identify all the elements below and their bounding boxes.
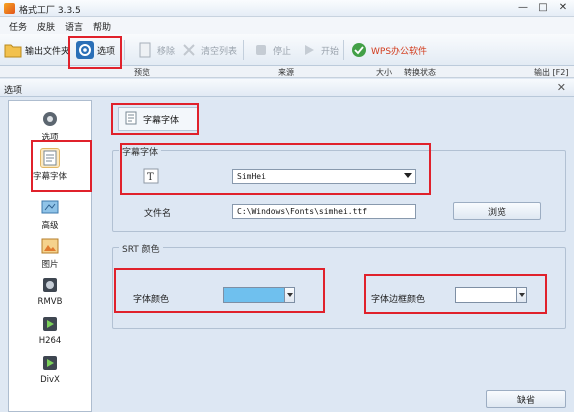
- font-file-path-input[interactable]: C:\Windows\Fonts\simhei.ttf: [232, 204, 416, 219]
- font-color-label: 字体颜色: [133, 295, 170, 305]
- app-titlebar: 格式工厂 3.3.5 — □ ✕: [0, 0, 574, 17]
- font-group-label: 字幕字体: [119, 145, 162, 158]
- subtitle-font-icon: [125, 111, 137, 128]
- chevron-down-icon[interactable]: [517, 287, 527, 303]
- menu-language[interactable]: 语言: [60, 17, 88, 34]
- column-size[interactable]: 大小: [376, 67, 392, 78]
- options-dialog-titlebar: 选项 ✕: [0, 79, 574, 97]
- folder-icon: [4, 41, 22, 59]
- options-gear-icon: [76, 41, 94, 59]
- toolbar-separator: [124, 40, 125, 60]
- font-color-swatch: [223, 287, 285, 303]
- wps-logo-icon: [350, 41, 368, 59]
- sidebar-item-divx[interactable]: DivX: [9, 353, 91, 385]
- sidebar-item-label: 图片: [41, 260, 59, 270]
- border-color-swatch: [455, 287, 517, 303]
- menu-skin[interactable]: 皮肤: [32, 17, 60, 34]
- sidebar-item-h264[interactable]: H264: [9, 314, 91, 346]
- minimize-icon[interactable]: —: [514, 1, 532, 15]
- h264-film-icon: [40, 314, 60, 334]
- font-select[interactable]: SimHei: [232, 169, 416, 184]
- maximize-icon[interactable]: □: [534, 1, 552, 15]
- sidebar-item-subtitle-font[interactable]: 字幕字体: [9, 148, 91, 182]
- sidebar-item-label: 高级: [41, 221, 59, 231]
- border-color-label: 字体边框颜色: [371, 295, 426, 305]
- start-button[interactable]: 开始: [300, 38, 339, 62]
- font-select-value: SimHei: [237, 172, 266, 181]
- clear-list-label: 清空列表: [201, 46, 238, 57]
- svg-text:T: T: [147, 172, 154, 183]
- srt-color-group-label: SRT 颜色: [119, 242, 163, 255]
- menu-bar: 任务 皮肤 语言 帮助: [0, 17, 574, 34]
- sidebar-item-advanced[interactable]: 高级: [9, 197, 91, 231]
- file-list-header: 预览 来源 大小 转换状态 输出 [F2]: [0, 66, 574, 78]
- column-source[interactable]: 来源: [278, 67, 294, 78]
- divx-film-icon: [40, 353, 60, 373]
- remove-icon: [136, 41, 154, 59]
- menu-help[interactable]: 帮助: [88, 17, 116, 34]
- menu-task[interactable]: 任务: [4, 17, 32, 34]
- format-factory-logo-icon: [4, 3, 15, 14]
- close-icon[interactable]: ✕: [554, 1, 572, 15]
- sidebar-item-label: 选项: [41, 133, 59, 143]
- options-label: 选项: [97, 46, 116, 57]
- remove-button[interactable]: 移除: [136, 38, 175, 62]
- wps-office-label: WPS办公软件: [371, 46, 428, 57]
- toolbar: 输出文件夹 选项 移除 清空列表 停止 开始 WPS办公软件: [0, 34, 574, 66]
- toolbar-separator: [243, 40, 244, 60]
- sidebar-item-label: DivX: [40, 375, 60, 385]
- sidebar-item-label: 字幕字体: [32, 172, 67, 182]
- app-title: 格式工厂 3.3.5: [19, 6, 81, 16]
- start-icon: [300, 41, 318, 59]
- wps-office-button[interactable]: WPS办公软件: [350, 38, 427, 62]
- options-sidebar: 选项 字幕字体 高级 图片 RMVB H264 DivX: [8, 100, 92, 412]
- column-preview[interactable]: 预览: [134, 67, 150, 78]
- start-label: 开始: [321, 46, 340, 57]
- tab-subtitle-font[interactable]: 字幕字体: [118, 107, 198, 131]
- output-folder-button[interactable]: 输出文件夹: [4, 38, 70, 62]
- font-type-icon: T: [143, 168, 159, 187]
- browse-button[interactable]: 浏览: [453, 202, 541, 220]
- font-color-picker[interactable]: [223, 287, 295, 303]
- file-name-label: 文件名: [144, 209, 172, 219]
- border-color-picker[interactable]: [455, 287, 527, 303]
- default-button[interactable]: 缺省: [486, 390, 566, 408]
- stop-button[interactable]: 停止: [252, 38, 291, 62]
- chevron-down-icon[interactable]: [285, 287, 295, 303]
- dialog-close-icon[interactable]: ✕: [557, 81, 566, 94]
- column-status[interactable]: 转换状态: [404, 67, 436, 78]
- sidebar-item-options[interactable]: 选项: [9, 109, 91, 143]
- options-button[interactable]: 选项: [76, 38, 115, 62]
- stop-label: 停止: [273, 46, 292, 57]
- sidebar-item-label: H264: [38, 336, 62, 346]
- clear-list-button[interactable]: 清空列表: [180, 38, 237, 62]
- clear-list-icon: [180, 41, 198, 59]
- sidebar-item-label: RMVB: [37, 297, 63, 307]
- remove-label: 移除: [157, 46, 176, 57]
- sidebar-item-rmvb[interactable]: RMVB: [9, 275, 91, 307]
- advanced-icon: [40, 197, 60, 217]
- rmvb-film-icon: [40, 275, 60, 295]
- options-gear-icon: [40, 109, 60, 129]
- tab-label: 字幕字体: [143, 115, 180, 126]
- stop-icon: [252, 41, 270, 59]
- subtitle-font-icon: [40, 148, 60, 168]
- column-output[interactable]: 输出 [F2]: [534, 67, 568, 78]
- sidebar-item-picture[interactable]: 图片: [9, 236, 91, 270]
- window-controls: — □ ✕: [514, 1, 572, 15]
- chevron-down-icon: [404, 173, 412, 178]
- picture-icon: [40, 236, 60, 256]
- toolbar-separator: [343, 40, 344, 60]
- options-dialog-title: 选项: [4, 86, 23, 96]
- output-folder-label: 输出文件夹: [25, 46, 71, 57]
